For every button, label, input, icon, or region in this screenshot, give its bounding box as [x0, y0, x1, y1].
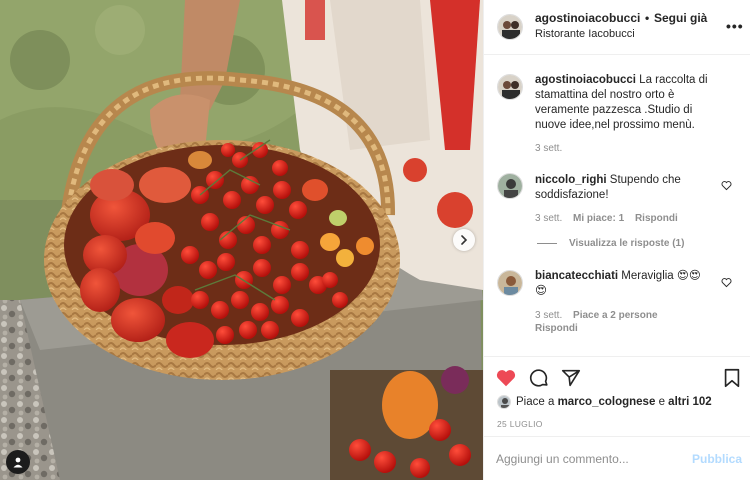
post-location[interactable]: Ristorante Iacobucci — [535, 28, 635, 40]
comment-avatar[interactable] — [497, 173, 523, 199]
add-comment-bar: Pubblica — [484, 436, 750, 480]
post-date[interactable]: 25 LUGLIO — [497, 419, 543, 429]
liked-prefix: Piace a — [516, 396, 555, 408]
comment-time[interactable]: 3 sett. — [535, 310, 562, 321]
comment-username[interactable]: niccolo_righi — [535, 174, 607, 186]
comment: biancatecchiati Meraviglia 😍😍 😍 — [535, 269, 725, 299]
comment: niccolo_righi Stupendo che soddisfazione… — [535, 173, 725, 203]
next-image-button[interactable] — [453, 229, 475, 251]
more-icon[interactable]: ••• — [726, 18, 744, 34]
heart-filled-icon[interactable] — [495, 367, 517, 389]
likes-summary: Piace a marco_colognese e altri 102 — [497, 395, 712, 409]
post-side-panel: agostinoiacobucci • Segui già Ristorante… — [483, 0, 750, 480]
comment-username[interactable]: biancatecchiati — [535, 270, 618, 282]
comment-meta: 3 sett. Mi piace: 1 Rispondi — [535, 213, 686, 224]
post-photo[interactable] — [0, 0, 483, 480]
comments-list: agostinoiacobucci La raccolta di stamatt… — [484, 56, 750, 354]
commenter-avatar-image — [498, 271, 522, 295]
comment-input[interactable] — [496, 449, 676, 469]
author-avatar-image — [498, 15, 522, 39]
liker-avatar[interactable] — [497, 395, 511, 409]
view-replies-label: Visualizza le risposte (1) — [569, 238, 685, 249]
view-replies-button[interactable]: Visualizza le risposte (1) — [537, 238, 684, 249]
commenter-avatar-image — [498, 174, 522, 198]
like-comment-icon[interactable] — [721, 180, 732, 191]
replies-divider — [537, 243, 557, 244]
tomato-basket-image — [0, 0, 483, 480]
liker-avatar-image — [498, 396, 510, 408]
comment-likes[interactable]: Piace a 2 persone — [573, 310, 658, 321]
like-comment-icon[interactable] — [721, 277, 732, 288]
author-username[interactable]: agostinoiacobucci — [535, 11, 640, 25]
caption-meta: 3 sett. — [535, 143, 570, 154]
liked-conjunction: e — [658, 396, 665, 408]
post-actions: Piace a marco_colognese e altri 102 25 L… — [484, 356, 750, 436]
author-avatar-image — [498, 75, 522, 99]
caption-time[interactable]: 3 sett. — [535, 143, 562, 154]
following-button[interactable]: Segui già — [654, 11, 707, 25]
comment-time[interactable]: 3 sett. — [535, 213, 562, 224]
chevron-right-icon — [461, 235, 468, 245]
share-icon[interactable] — [560, 367, 582, 389]
comment-avatar[interactable] — [497, 270, 523, 296]
comment-meta: 3 sett. Piace a 2 persone Rispondi — [535, 309, 735, 335]
caption-username[interactable]: agostinoiacobucci — [535, 74, 636, 86]
reply-button[interactable]: Rispondi — [635, 213, 678, 224]
reply-button[interactable]: Rispondi — [535, 323, 578, 334]
post-header: agostinoiacobucci • Segui già Ristorante… — [484, 0, 750, 55]
user-tag-icon — [13, 457, 23, 468]
publish-button[interactable]: Pubblica — [692, 452, 742, 466]
comment-icon[interactable] — [528, 367, 550, 389]
liked-others-link[interactable]: altri 102 — [668, 396, 711, 408]
comment-likes[interactable]: Mi piace: 1 — [573, 213, 624, 224]
caption-avatar[interactable] — [497, 74, 523, 100]
bookmark-icon[interactable] — [721, 367, 743, 389]
caption: agostinoiacobucci La raccolta di stamatt… — [535, 73, 725, 133]
user-tag-button[interactable] — [6, 450, 30, 474]
liked-by-username[interactable]: marco_colognese — [558, 396, 656, 408]
comment-text: Meraviglia 😍😍 — [621, 270, 701, 282]
separator-dot: • — [645, 11, 650, 25]
author-avatar[interactable] — [497, 14, 523, 40]
comment-text-extra: 😍 — [535, 285, 547, 297]
